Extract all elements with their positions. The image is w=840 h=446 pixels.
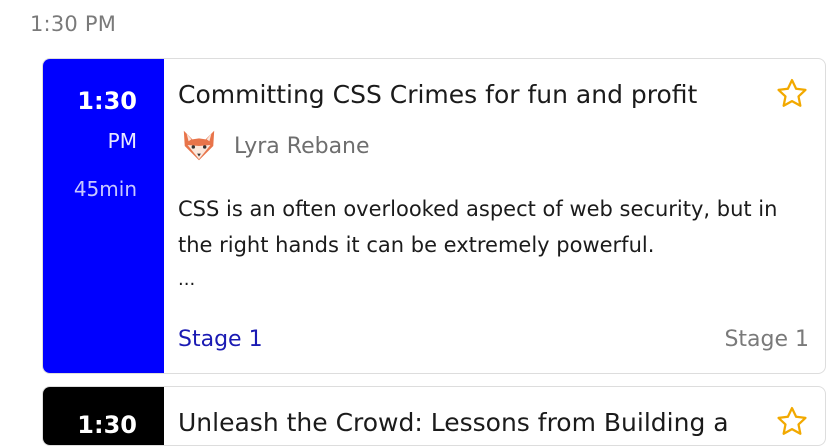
speaker-name: Lyra Rebane [234, 133, 370, 159]
time-slot-heading: 1:30 PM [30, 12, 117, 36]
session-start-time: 1:30 [77, 411, 137, 439]
stage-link[interactable]: Stage 1 [178, 327, 263, 352]
session-title[interactable]: Unleash the Crowd: Lessons from Building… [178, 408, 729, 437]
speaker[interactable]: Lyra Rebane [180, 127, 370, 165]
session-duration: 45min [73, 177, 137, 201]
session-description: CSS is an often overlooked aspect of web… [178, 197, 778, 257]
session-time-bar: 1:30 [43, 387, 164, 445]
session-time-bar: 1:30 PM 45min [43, 59, 164, 373]
stage-label: Stage 1 [724, 327, 809, 352]
session-content: Unleash the Crowd: Lessons from Building… [164, 387, 825, 445]
session-content: Committing CSS Crimes for fun and profit… [164, 59, 825, 373]
session-ampm: PM [107, 129, 137, 153]
session-title[interactable]: Committing CSS Crimes for fun and profit [178, 80, 697, 109]
description-ellipsis: ... [178, 269, 196, 290]
star-icon[interactable] [775, 405, 809, 439]
session-card[interactable]: 1:30 Unleash the Crowd: Lessons from Bui… [42, 386, 826, 446]
session-start-time: 1:30 [77, 87, 137, 115]
star-icon[interactable] [775, 77, 809, 111]
fox-icon [183, 130, 215, 161]
session-card[interactable]: 1:30 PM 45min Committing CSS Crimes for … [42, 58, 826, 374]
